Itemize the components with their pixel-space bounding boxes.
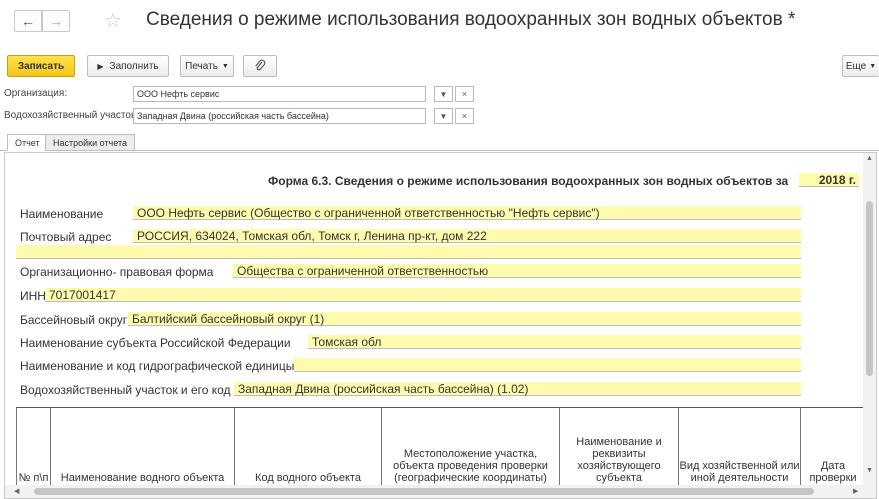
water-area-input[interactable]: Западная Двина (российская часть бассейн… [133, 108, 426, 124]
report-area[interactable]: Форма 6.3. Сведения о режиме использован… [4, 152, 877, 499]
organization-dropdown-button[interactable]: ▼ [434, 86, 453, 102]
name-label: Наименование [20, 207, 104, 221]
basin-value: Балтийский бассейновый округ (1) [128, 312, 801, 326]
dropdown-arrow-icon: ▼ [869, 62, 877, 70]
address-label: Почтовый адрес [20, 230, 112, 244]
title-bar: ← → ☆ Сведения о режиме использования во… [0, 0, 879, 44]
legal-form-label: Организационно- правовая форма [20, 265, 214, 279]
toolbar: Записать ▶ Заполнить Печать ▼ Еще ▼ [0, 55, 879, 79]
report-sheet: Форма 6.3. Сведения о режиме использован… [5, 153, 865, 490]
vertical-scroll-thumb[interactable] [866, 201, 873, 376]
organization-input[interactable]: ООО Нефть сервис [133, 86, 426, 102]
fill-button[interactable]: ▶ Заполнить [87, 55, 169, 77]
back-button[interactable]: ← [14, 10, 42, 32]
tab-report-settings[interactable]: Настройки отчета [45, 134, 135, 151]
column-header-activity-type: Вид хозяйственной или иной деятельности [679, 408, 801, 490]
column-header-water-object-code: Код водного объекта [235, 408, 382, 490]
column-header-inspection-date: Дата проверки [809, 460, 857, 484]
address-extra-line [16, 245, 801, 259]
water-area-dropdown-button[interactable]: ▼ [434, 108, 453, 124]
page-title: Сведения о режиме использования водоохра… [146, 9, 796, 30]
column-header-location: Местоположение участка, объекта проведен… [382, 408, 560, 490]
dropdown-arrow-icon: ▼ [439, 89, 448, 99]
water-area-row: Водохозяйственный участок: Западная Двин… [0, 108, 879, 125]
scroll-up-icon[interactable]: ▲ [866, 155, 873, 162]
address-value: РОССИЯ, 634024, Томская обл, Томск г, Ле… [133, 229, 801, 243]
organization-clear-button[interactable]: × [455, 86, 474, 102]
more-button-label: Еще [845, 60, 867, 72]
water-area-label: Водохозяйственный участок: [4, 110, 139, 121]
print-button-label: Печать [185, 60, 218, 72]
tab-report[interactable]: Отчет [7, 134, 48, 151]
water-section-label: Водохозяйственный участок и его код [20, 383, 231, 397]
more-button[interactable]: Еще ▼ [842, 55, 879, 77]
save-button[interactable]: Записать [7, 55, 75, 77]
organization-row: Организация: ООО Нефть сервис ▼ × [0, 86, 879, 103]
inn-value: 7017001417 [45, 288, 801, 302]
legal-form-value: Общества с ограниченной ответственностью [233, 264, 801, 278]
close-icon: × [461, 111, 468, 121]
water-section-value: Западная Двина (российская часть бассейн… [234, 382, 801, 396]
column-header-water-object-name: Наименование водного объекта [51, 408, 235, 490]
scroll-down-icon[interactable]: ▼ [866, 467, 873, 474]
inn-label: ИНН [20, 289, 46, 303]
favorite-star-icon[interactable]: ☆ [104, 8, 122, 33]
forward-button[interactable]: → [42, 10, 70, 32]
scroll-right-icon[interactable]: ▶ [853, 487, 858, 495]
fill-button-label: Заполнить [109, 60, 159, 72]
dropdown-arrow-icon: ▼ [221, 62, 229, 70]
subject-label: Наименование субъекта Российской Федерац… [20, 336, 291, 350]
column-header-business-entity: Наименование и реквизиты хозяйствующего … [560, 408, 679, 490]
organization-label: Организация: [4, 88, 68, 99]
close-icon: × [461, 89, 468, 99]
form-title: Форма 6.3. Сведения о режиме использован… [268, 174, 789, 188]
subject-value: Томская обл [308, 335, 801, 349]
report-year: 2018 г. [799, 173, 859, 187]
arrow-right-icon: → [49, 13, 63, 29]
vertical-scrollbar[interactable]: ▲ ▼ [863, 153, 876, 487]
horizontal-scroll-thumb[interactable] [34, 488, 814, 495]
name-value: ООО Нефть сервис (Общество с ограниченно… [133, 206, 801, 220]
arrow-left-icon: ← [21, 13, 35, 29]
water-area-clear-button[interactable]: × [455, 108, 474, 124]
report-table-header: № п\п Наименование водного объекта Код в… [16, 407, 865, 490]
play-icon: ▶ [97, 61, 104, 71]
hydro-label: Наименование и код гидрографической един… [20, 359, 295, 373]
tab-bar: Отчет Настройки отчета [0, 134, 879, 151]
paperclip-icon [255, 59, 266, 71]
column-header-number: № п\п [16, 408, 51, 490]
dropdown-arrow-icon: ▼ [439, 111, 448, 121]
horizontal-scrollbar[interactable]: ◀ ▶ [5, 485, 876, 498]
scroll-left-icon[interactable]: ◀ [14, 487, 19, 495]
attach-button[interactable] [243, 55, 277, 77]
basin-label: Бассейновый округ [20, 313, 128, 327]
print-button[interactable]: Печать ▼ [180, 55, 234, 77]
hydro-value [294, 358, 801, 372]
